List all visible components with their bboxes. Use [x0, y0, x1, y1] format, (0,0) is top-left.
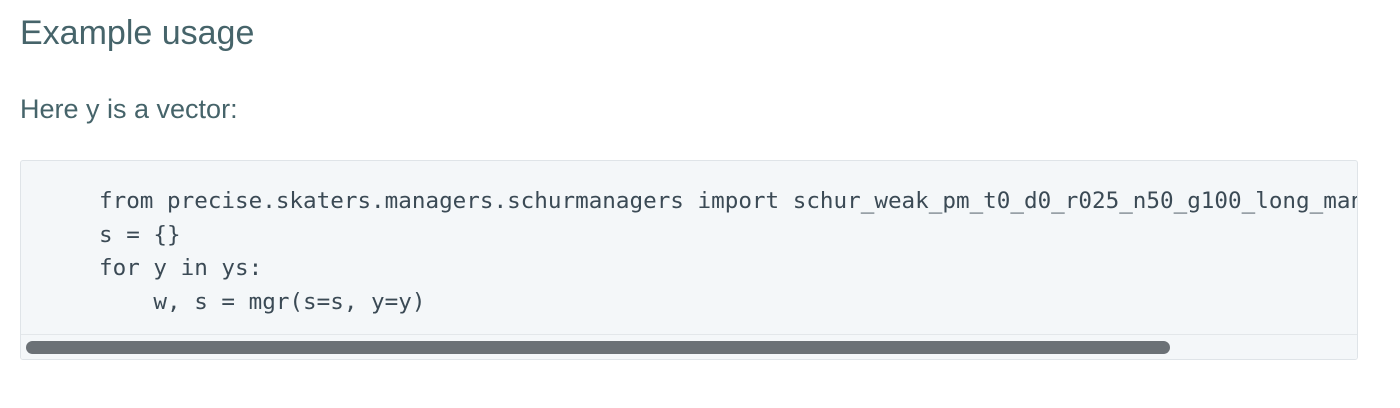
docs-page: Example usage Here y is a vector: from p… [0, 0, 1400, 408]
code-line: w, s = mgr(s=s, y=y) [99, 288, 426, 315]
code-line: s = {} [99, 221, 181, 248]
code-line: for y in ys: [99, 255, 263, 281]
code-line: from precise.skaters.managers.schurmanag… [99, 188, 1357, 214]
intro-text: Here y is a vector: [20, 94, 238, 124]
next-content-edge: · [22, 402, 34, 408]
code-content: from precise.skaters.managers.schurmanag… [99, 185, 1357, 319]
horizontal-scrollbar-thumb[interactable] [26, 341, 1170, 354]
code-viewport[interactable]: from precise.skaters.managers.schurmanag… [21, 161, 1357, 337]
horizontal-scrollbar[interactable] [21, 334, 1357, 359]
code-block[interactable]: from precise.skaters.managers.schurmanag… [20, 160, 1358, 360]
section-heading: Example usage [20, 14, 255, 52]
